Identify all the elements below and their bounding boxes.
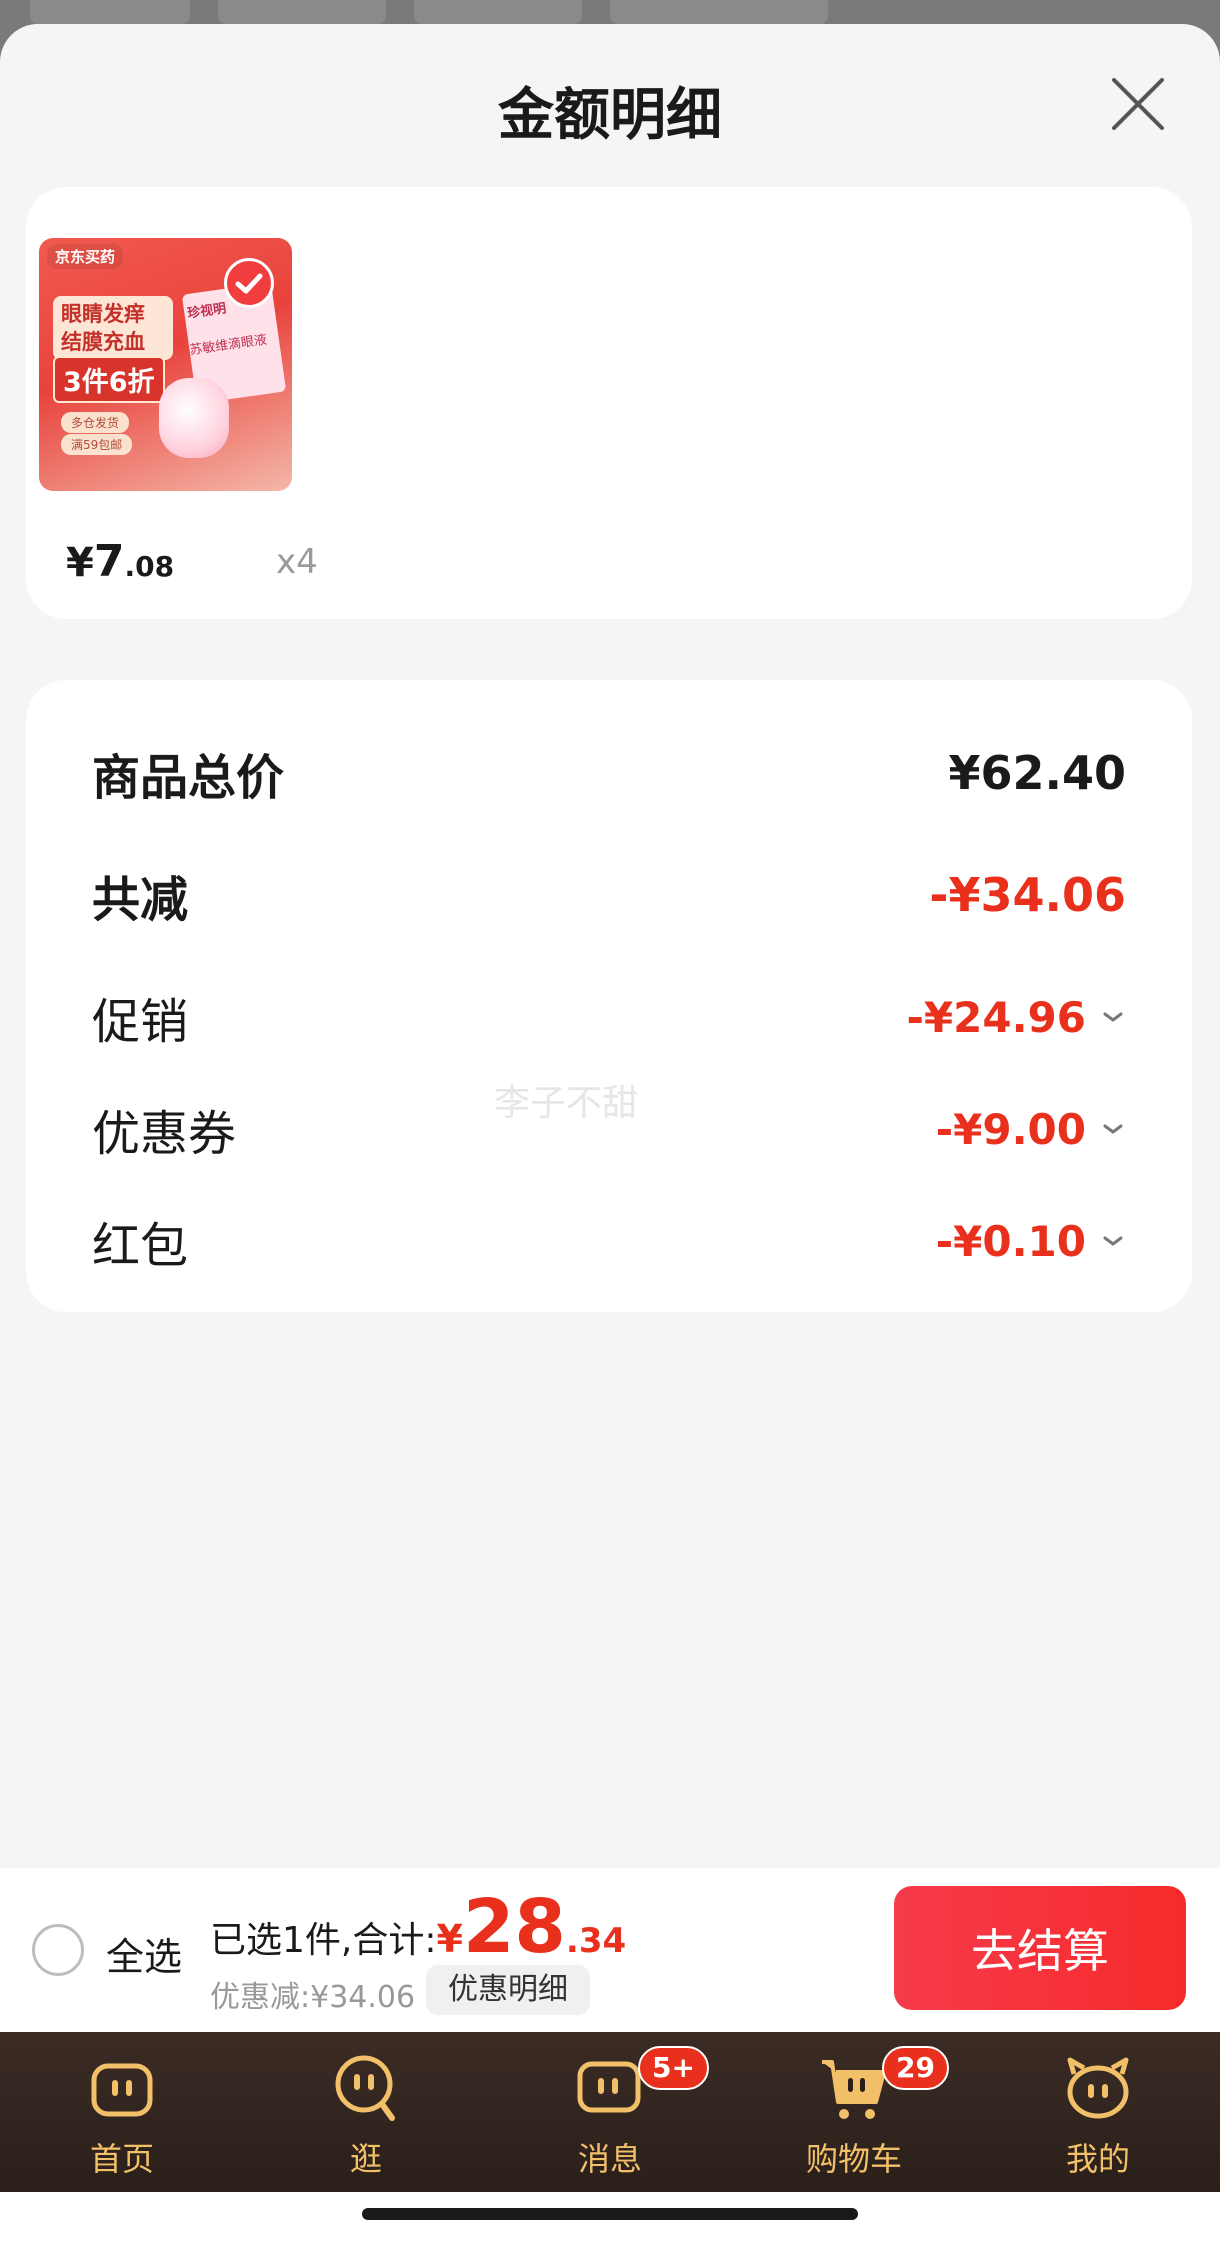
total-reduce-value: -¥34.06	[929, 868, 1126, 922]
total-reduce-label: 共减	[92, 872, 189, 928]
sheet-title: 金额明细	[498, 83, 722, 148]
bottom-tab-bar: 首页 逛 消息 5+ 购物车 29 我的	[0, 2032, 1220, 2192]
close-button[interactable]	[1110, 76, 1166, 132]
select-all-radio[interactable]	[32, 1924, 84, 1976]
tab-label: 消息	[577, 2140, 642, 2178]
tab-home[interactable]: 首页	[0, 2032, 244, 2192]
thumbnail-brand: 京东买药	[47, 244, 124, 269]
total-price-row: 商品总价 ¥62.40	[92, 738, 1126, 808]
selected-check-icon	[224, 258, 274, 308]
thumbnail-tag: 多仓发货	[61, 412, 130, 433]
total-price-label: 商品总价	[92, 750, 285, 806]
tab-browse[interactable]: 逛	[244, 2032, 488, 2192]
background-tab	[30, 0, 190, 24]
red-packet-row[interactable]: 红包 -¥0.10	[92, 1206, 1126, 1276]
product-price: ¥7.08	[66, 536, 174, 587]
red-packet-value: -¥0.10	[935, 1216, 1086, 1266]
price-decimal: .08	[124, 550, 175, 583]
tab-messages[interactable]: 消息 5+	[488, 2032, 732, 2192]
price-integer: 7	[93, 536, 125, 587]
promotion-row[interactable]: 促销 -¥24.96	[92, 982, 1126, 1052]
total-currency: ¥	[436, 1917, 463, 1961]
coupon-value: -¥9.00	[935, 1104, 1086, 1154]
total-decimal: .34	[565, 1921, 627, 1961]
coupon-label: 优惠券	[92, 1106, 237, 1162]
thumbnail-slogan: 眼睛发痒结膜充血	[53, 296, 173, 360]
red-packet-label: 红包	[92, 1218, 189, 1274]
price-currency: ¥	[66, 540, 94, 586]
discount-text: 优惠减:¥34.06	[210, 1980, 416, 2015]
tab-label: 首页	[89, 2140, 154, 2178]
background-tab	[414, 0, 582, 24]
product-thumbnail[interactable]: 京东买药 眼睛发痒结膜充血 3件6折 多仓发货 满59包邮 珍视明 苏敏维滴眼液	[39, 238, 292, 491]
message-badge: 5+	[638, 2046, 709, 2090]
cart-badge: 29	[882, 2046, 949, 2090]
total-reduce-row: 共减 -¥34.06	[92, 860, 1126, 930]
checkout-footer: 全选 已选1件,合计: ¥ 28 .34 优惠减:¥34.06 优惠明细 去结算	[0, 1868, 1220, 2032]
discount-detail-button[interactable]: 优惠明细	[426, 1965, 590, 2015]
chevron-down-icon	[1103, 1012, 1123, 1022]
watermark-text: 李子不甜	[494, 1083, 639, 1124]
tab-label: 购物车	[805, 2140, 902, 2178]
profile-icon	[1067, 2057, 1129, 2119]
selected-text: 已选1件,合计:	[210, 1920, 437, 1961]
browse-icon	[335, 2055, 395, 2121]
product-quantity: x4	[276, 542, 318, 582]
tab-label: 我的	[1065, 2140, 1130, 2178]
thumbnail-tag: 满59包邮	[61, 434, 133, 455]
tab-cart[interactable]: 购物车 29	[732, 2032, 976, 2192]
cart-icon	[822, 2060, 886, 2119]
tab-profile[interactable]: 我的	[976, 2032, 1220, 2192]
chevron-down-icon	[1103, 1124, 1123, 1134]
tab-label: 逛	[349, 2140, 382, 2178]
thumbnail-promo: 3件6折	[53, 356, 165, 403]
select-all-label[interactable]: 全选	[106, 1926, 182, 1981]
background-tab	[610, 0, 828, 24]
home-indicator[interactable]	[362, 2208, 858, 2220]
promotion-value: -¥24.96	[906, 992, 1086, 1042]
total-price-value: ¥62.40	[948, 746, 1126, 800]
selected-total: 已选1件,合计: ¥ 28 .34	[210, 1890, 626, 1964]
promotion-label: 促销	[92, 994, 189, 1050]
checkout-button[interactable]: 去结算	[894, 1886, 1186, 2010]
total-integer: 28	[462, 1884, 566, 1970]
bottle-image	[159, 378, 229, 458]
home-icon	[91, 2063, 153, 2117]
chevron-down-icon	[1103, 1236, 1123, 1246]
close-icon	[1112, 78, 1164, 130]
background-tab	[218, 0, 386, 24]
summary-card: 商品总价 ¥62.40 共减 -¥34.06 促销 -¥24.96 优惠券 -¥…	[26, 680, 1192, 1312]
message-icon	[577, 2061, 641, 2113]
sheet-header: 金额明细	[0, 24, 1220, 164]
